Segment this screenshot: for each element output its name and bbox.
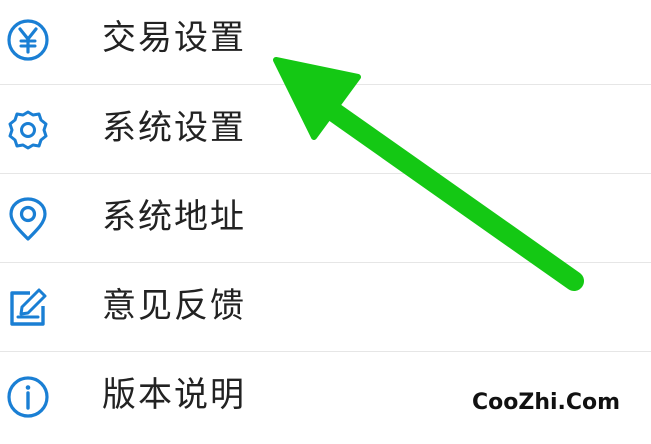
menu-item-feedback[interactable]: 意见反馈 [0,266,651,355]
menu-item-system-settings[interactable]: 系统设置 [0,88,651,177]
menu-item-label: 交易设置 [102,18,246,58]
menu-item-label: 版本说明 [102,375,246,415]
menu-item-trade-settings[interactable]: 交易设置 [0,0,651,87]
location-pin-icon [6,197,50,241]
divider [0,262,651,263]
divider [0,351,651,352]
menu-item-system-address[interactable]: 系统地址 [0,177,651,266]
edit-icon [6,286,50,330]
gear-icon [6,108,50,152]
settings-menu: 交易设置 系统设置 系统地址 意见反馈 版本说明 [0,0,651,434]
divider [0,173,651,174]
yen-circle-icon [6,18,50,62]
menu-item-label: 系统地址 [102,197,246,237]
info-icon [6,375,50,419]
divider [0,84,651,85]
menu-item-label: 意见反馈 [102,286,246,326]
watermark: CooZhi.Com [472,390,621,415]
menu-item-label: 系统设置 [102,108,246,148]
